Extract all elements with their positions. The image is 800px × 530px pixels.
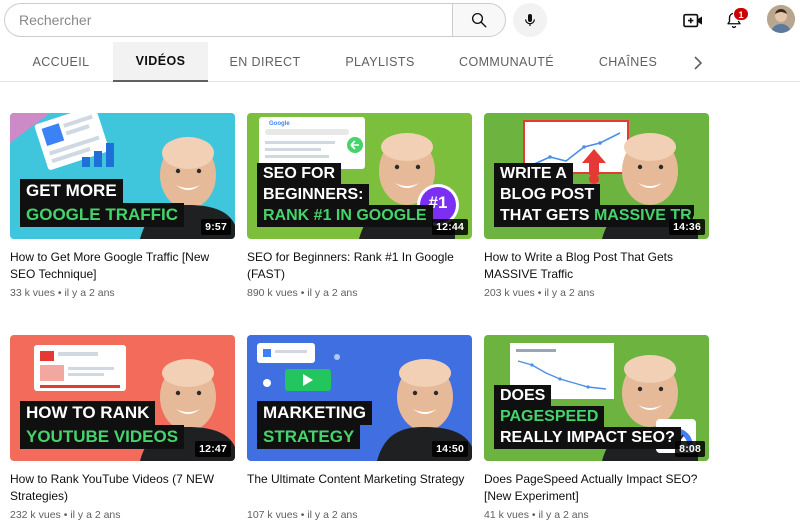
publish-age: il y a 2 ans [307, 509, 358, 521]
tab-chaines[interactable]: CHAÎNES [588, 42, 668, 82]
thumbnail-text: THAT GETS [500, 207, 590, 224]
view-count: 33 k vues [10, 287, 55, 299]
video-duration: 14:36 [669, 219, 705, 235]
video-duration: 12:47 [195, 441, 231, 457]
notification-count-badge: 1 [733, 7, 749, 21]
search-icon [471, 12, 487, 28]
video-meta: 33 k vues • il y a 2 ans [10, 287, 115, 299]
search-button[interactable] [452, 3, 506, 37]
top-bar: 1 [0, 0, 800, 42]
thumbnail-text: BEGINNERS: [257, 184, 370, 206]
tab-en-direct[interactable]: EN DIRECT [222, 42, 308, 82]
publish-age: il y a 2 ans [307, 287, 358, 299]
video-card[interactable]: MARKETING STRATEGY 14:50 The Ultimate Co… [247, 335, 472, 521]
chevron-right-icon [694, 56, 703, 70]
microphone-icon [525, 14, 535, 26]
publish-age: il y a 2 ans [538, 509, 589, 521]
video-duration: 12:44 [432, 219, 468, 235]
video-duration: 8:08 [675, 441, 705, 457]
video-title[interactable]: Does PageSpeed Actually Impact SEO? [New… [484, 471, 706, 505]
video-title[interactable]: SEO for Beginners: Rank #1 In Google (FA… [247, 249, 469, 283]
thumbnail-text: DOES [494, 385, 552, 407]
video-meta: 232 k vues • il y a 2 ans [10, 509, 121, 521]
video-camera-add-icon [683, 13, 702, 28]
view-count: 41 k vues [484, 509, 529, 521]
video-card[interactable]: GET MORE GOOGLE TRAFFIC 9:57 How to Get … [10, 113, 235, 299]
video-title[interactable]: How to Get More Google Traffic [New SEO … [10, 249, 232, 283]
thumbnail-text: STRATEGY [257, 425, 361, 449]
video-thumbnail[interactable]: MARKETING STRATEGY 14:50 [247, 335, 472, 461]
video-card[interactable]: DOES PAGESPEED REALLY IMPACT SEO? 8:08 D… [484, 335, 709, 521]
channel-tabs: ACCUEIL VIDÉOS EN DIRECT PLAYLISTS COMMU… [0, 42, 800, 82]
thumbnail-text: RANK #1 IN GOOGLE [257, 205, 433, 227]
video-title[interactable]: How to Write a Blog Post That Gets MASSI… [484, 249, 706, 283]
thumbnail-text: GET MORE [20, 179, 123, 203]
publish-age: il y a 2 ans [544, 287, 595, 299]
video-duration: 14:50 [432, 441, 468, 457]
video-thumbnail[interactable]: GET MORE GOOGLE TRAFFIC 9:57 [10, 113, 235, 239]
video-title[interactable]: How to Rank YouTube Videos (7 NEW Strate… [10, 471, 232, 505]
view-count: 203 k vues [484, 287, 535, 299]
thumbnail-text: PAGESPEED [494, 406, 605, 428]
publish-age: il y a 2 ans [70, 509, 121, 521]
video-card[interactable]: Google #1 SEO FOR BEGINNERS: RANK #1 IN … [247, 113, 472, 299]
video-title[interactable]: The Ultimate Content Marketing Strategy [247, 471, 469, 505]
tab-communaute[interactable]: COMMUNAUTÉ [450, 42, 563, 82]
video-thumbnail[interactable]: HOW TO RANK YOUTUBE VIDEOS 12:47 [10, 335, 235, 461]
video-thumbnail[interactable]: WRITE A BLOG POST THAT GETS MASSIVE TRAF… [484, 113, 709, 239]
tab-playlists[interactable]: PLAYLISTS [335, 42, 425, 82]
avatar-image [767, 5, 795, 33]
video-meta: 41 k vues • il y a 2 ans [484, 509, 589, 521]
voice-search-button[interactable] [513, 3, 547, 37]
view-count: 232 k vues [10, 509, 61, 521]
video-duration: 9:57 [201, 219, 231, 235]
search-box[interactable] [4, 3, 453, 37]
video-card[interactable]: HOW TO RANK YOUTUBE VIDEOS 12:47 How to … [10, 335, 235, 521]
thumbnail-text: YOUTUBE VIDEOS [20, 425, 185, 449]
thumbnail-text: HOW TO RANK [20, 401, 156, 425]
thumbnail-text: SEO FOR [257, 163, 342, 185]
video-thumbnail[interactable]: DOES PAGESPEED REALLY IMPACT SEO? 8:08 [484, 335, 709, 461]
thumbnail-text: REALLY IMPACT SEO? [494, 427, 681, 449]
tab-accueil[interactable]: ACCUEIL [18, 42, 104, 82]
thumbnail-text: GOOGLE TRAFFIC [20, 203, 185, 227]
thumbnail-text: BLOG POST [494, 184, 601, 206]
video-meta: 890 k vues • il y a 2 ans [247, 287, 358, 299]
view-count: 890 k vues [247, 287, 298, 299]
video-meta: 203 k vues • il y a 2 ans [484, 287, 595, 299]
create-video-button[interactable] [680, 8, 706, 34]
view-count: 107 k vues [247, 509, 298, 521]
publish-age: il y a 2 ans [64, 287, 115, 299]
google-logo-text: Google [269, 121, 290, 127]
thumbnail-text: MARKETING [257, 401, 372, 425]
search-input[interactable] [19, 4, 439, 36]
avatar[interactable] [767, 5, 795, 33]
video-thumbnail[interactable]: Google #1 SEO FOR BEGINNERS: RANK #1 IN … [247, 113, 472, 239]
video-meta: 107 k vues • il y a 2 ans [247, 509, 358, 521]
video-card[interactable]: WRITE A BLOG POST THAT GETS MASSIVE TRAF… [484, 113, 709, 299]
thumbnail-text: WRITE A [494, 163, 573, 185]
tab-videos[interactable]: VIDÉOS [113, 42, 208, 82]
thumbnail-text-line: THAT GETS MASSIVE TRAFFIC [494, 205, 694, 227]
tabs-next-button[interactable] [688, 52, 708, 74]
